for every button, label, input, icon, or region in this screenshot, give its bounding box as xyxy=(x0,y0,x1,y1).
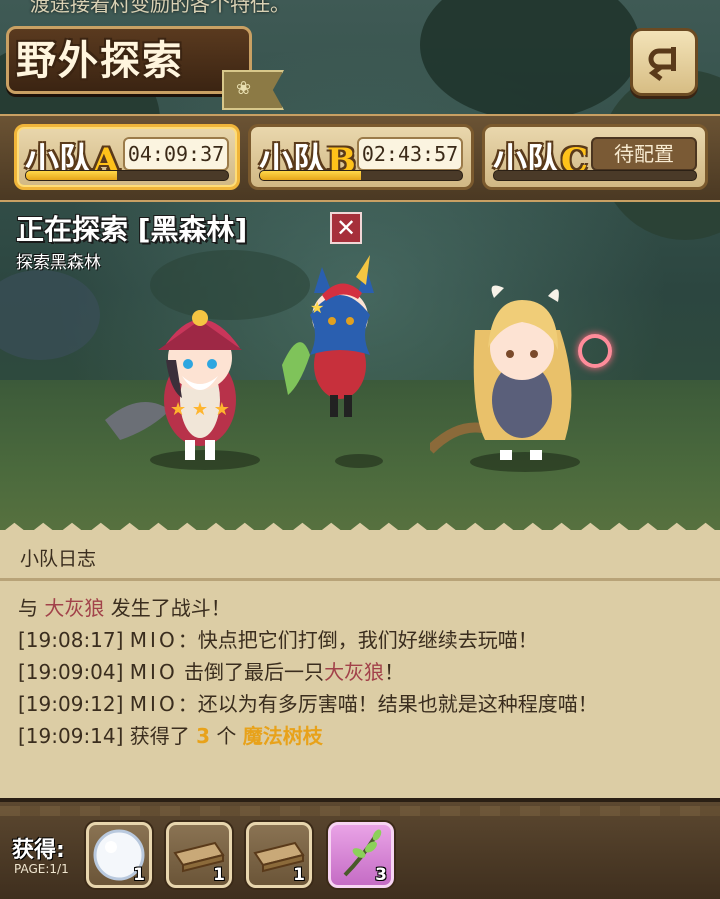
reward-count: 3 xyxy=(375,865,387,885)
log-timestamp: [19:09:12] xyxy=(18,692,124,716)
log-line: [19:09:04] MIO 击倒了最后一只大灰狼！ xyxy=(18,660,405,684)
close-icon: ✕ xyxy=(335,214,357,242)
character-blonde-girl xyxy=(430,285,572,460)
speaker-name: MIO xyxy=(129,660,178,684)
team-log-panel: 小队日志 与 大灰狼 发生了战斗！ [19:08:17] MIO：快点把它们打倒… xyxy=(0,530,720,798)
svg-text:★: ★ xyxy=(310,298,324,317)
rewards-page: PAGE:1/1 xyxy=(14,862,69,876)
page-title: 野外探索 xyxy=(16,37,184,84)
reward-count: 1 xyxy=(213,865,225,885)
reward-slot[interactable]: 1 xyxy=(246,822,312,888)
speaker-name: MIO xyxy=(129,628,178,652)
target-ring-icon[interactable] xyxy=(578,334,612,368)
log-header: 小队日志 xyxy=(0,530,720,581)
top-message: 渡途接着村变励的各个特任。 xyxy=(30,0,290,16)
reward-slot[interactable]: 1 xyxy=(86,822,152,888)
log-timestamp: [19:09:14] xyxy=(18,724,124,748)
enemy-name: 大灰狼 xyxy=(324,660,385,684)
team-tab-bar: 小队A 04:09:37 小队B 02:43:57 小队C 待配置 xyxy=(0,114,720,202)
character-catgirl-santa: ★ xyxy=(282,255,374,417)
reward-count: 1 xyxy=(133,865,145,885)
item-name: 魔法树枝 xyxy=(242,724,323,748)
team-c-progress xyxy=(493,170,697,181)
enemy-name: 大灰狼 xyxy=(44,596,105,620)
cancel-exploration-button[interactable]: ✕ xyxy=(330,212,362,244)
log-line: 与 大灰狼 发生了战斗！ xyxy=(18,596,231,620)
rewards-label: 获得: xyxy=(12,838,65,863)
team-c-status: 待配置 xyxy=(591,137,697,171)
item-count: 3 xyxy=(196,724,211,748)
team-b-timer: 02:43:57 xyxy=(357,137,463,171)
return-arrow-icon xyxy=(648,47,676,81)
tab-team-a[interactable]: 小队A 04:09:37 xyxy=(14,124,240,190)
team-a-progress xyxy=(25,170,229,181)
log-title: 小队日志 xyxy=(20,548,97,570)
exploring-subtitle: 探索黑森林 xyxy=(16,253,101,273)
log-line: [19:08:17] MIO：快点把它们打倒，我们好继续去玩喵！ xyxy=(18,628,538,652)
reward-slot[interactable]: 3 xyxy=(328,822,394,888)
back-button[interactable] xyxy=(630,28,698,96)
svg-text:★ ★ ★: ★ ★ ★ xyxy=(170,399,230,420)
tab-team-b[interactable]: 小队B 02:43:57 xyxy=(248,124,474,190)
log-timestamp: [19:09:04] xyxy=(18,660,124,684)
paw-icon: ❀ xyxy=(236,78,252,99)
log-body: 与 大灰狼 发生了战斗！ [19:08:17] MIO：快点把它们打倒，我们好继… xyxy=(18,592,710,752)
log-line: [19:09:14] 获得了 3 个 魔法树枝 xyxy=(18,724,323,748)
exploring-title: 正在探索 [黑森林] xyxy=(16,213,248,246)
reward-count: 1 xyxy=(293,865,305,885)
log-timestamp: [19:08:17] xyxy=(18,628,124,652)
rewards-bar: 获得: PAGE:1/1 1 1 1 3 xyxy=(0,798,720,899)
tab-team-c[interactable]: 小队C 待配置 xyxy=(482,124,708,190)
speaker-name: MIO xyxy=(129,692,178,716)
log-line: [19:09:12] MIO：还以为有多厉害喵！结果也就是这种程度喵！ xyxy=(18,692,598,716)
team-b-progress xyxy=(259,170,463,181)
character-wolf-pirate: ★ ★ ★ xyxy=(105,310,242,460)
reward-slot[interactable]: 1 xyxy=(166,822,232,888)
team-a-timer: 04:09:37 xyxy=(123,137,229,171)
